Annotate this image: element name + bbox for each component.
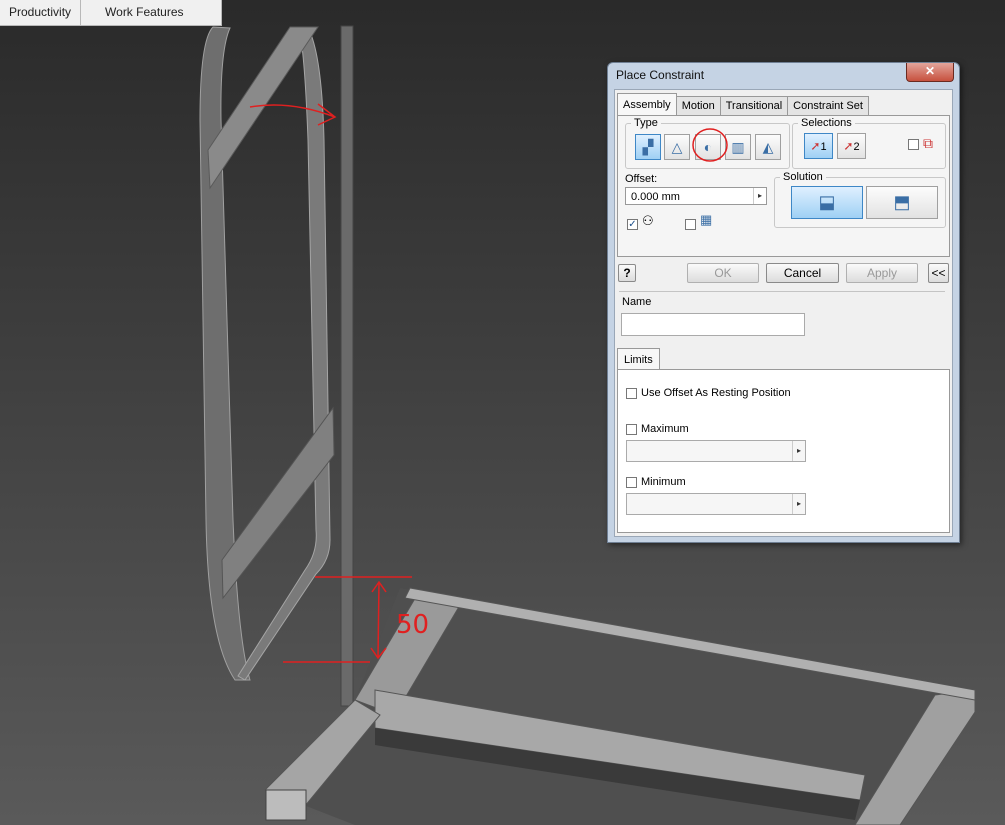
ribbon-tabs: Productivity Work Features — [0, 0, 223, 26]
offset-label: Offset: — [625, 173, 658, 185]
red-circle-annotation — [692, 128, 728, 162]
minimum-label: Minimum — [641, 476, 686, 488]
limits-panel: Use Offset As Resting Position Maximum ▸… — [617, 369, 950, 533]
predict-offset-icon: ▦ — [700, 212, 713, 227]
use-offset-label: Use Offset As Resting Position — [641, 387, 791, 399]
glasses-icon: ⚇ — [642, 213, 654, 228]
tab-motion[interactable]: Motion — [675, 96, 721, 115]
base-end-cap — [265, 789, 307, 821]
place-constraint-dialog: Place Constraint ✕ Assembly Motion Trans… — [607, 62, 960, 543]
assembly-panel: Type ▞ △ ◐ ▥ ◭ Selections ➚1 ➚2 ⧉ Offset… — [617, 115, 950, 257]
name-label: Name — [622, 296, 652, 308]
maximum-label: Maximum — [641, 423, 689, 435]
ribbon-tab-productivity[interactable]: Productivity — [0, 0, 82, 26]
flush-solution-button[interactable]: ⬒ — [866, 186, 938, 219]
cursor-icon: ➚ — [843, 139, 854, 153]
pick-part-icon: ⧉ — [923, 135, 933, 151]
show-preview-checkbox[interactable]: ✓ — [627, 219, 638, 230]
collapse-button[interactable]: << — [928, 263, 949, 283]
mate-icon: ▞ — [642, 139, 654, 155]
tab-constraint-set[interactable]: Constraint Set — [787, 96, 869, 115]
selection-1-label: 1 — [820, 141, 827, 153]
use-offset-checkbox[interactable] — [626, 388, 637, 399]
insert-icon: ▥ — [731, 139, 745, 155]
separator — [619, 291, 945, 292]
predict-offset-checkbox[interactable] — [685, 219, 696, 230]
type-group-label: Type — [634, 117, 658, 129]
dialog-body: Assembly Motion Transitional Constraint … — [614, 89, 953, 537]
selection-2-label: 2 — [853, 141, 860, 153]
tab-limits[interactable]: Limits — [617, 348, 660, 371]
selections-group-label: Selections — [801, 117, 852, 129]
symmetry-type-button[interactable]: ◭ — [755, 134, 781, 160]
selection-2-button[interactable]: ➚2 — [837, 133, 866, 159]
offset-input[interactable]: 0.000 mm ▸ — [625, 187, 767, 205]
name-input[interactable] — [621, 313, 805, 336]
close-button[interactable]: ✕ — [906, 63, 954, 82]
offset-value: 0.000 mm — [631, 191, 680, 203]
cancel-button[interactable]: Cancel — [766, 263, 839, 283]
angle-type-button[interactable]: △ — [664, 134, 690, 160]
mate-type-button[interactable]: ▞ — [635, 134, 661, 160]
minimum-input[interactable]: ▸ — [626, 493, 806, 515]
red-annotations — [249, 103, 412, 663]
ok-button[interactable]: OK — [687, 263, 759, 283]
apply-button[interactable]: Apply — [846, 263, 918, 283]
maximum-arrow-icon[interactable]: ▸ — [792, 441, 805, 461]
dimension-value: 50 — [396, 610, 429, 640]
angle-icon: △ — [671, 139, 683, 155]
tab-assembly[interactable]: Assembly — [617, 93, 677, 115]
vertical-post — [340, 25, 354, 707]
pick-part-first-checkbox[interactable] — [908, 139, 919, 150]
mate-solution-button[interactable]: ⬓ — [791, 186, 863, 219]
mate-solution-icon: ⬓ — [818, 192, 836, 212]
dialog-tabs: Assembly Motion Transitional Constraint … — [617, 93, 869, 115]
ribbon-tab-work-features[interactable]: Work Features — [81, 0, 223, 26]
minimum-arrow-icon[interactable]: ▸ — [792, 494, 805, 514]
cursor-icon: ➚ — [810, 139, 821, 153]
minimum-checkbox[interactable] — [626, 477, 637, 488]
offset-arrow-icon[interactable]: ▸ — [753, 188, 766, 204]
tab-transitional[interactable]: Transitional — [719, 96, 789, 115]
inner-tube — [237, 31, 331, 681]
symmetry-icon: ◭ — [762, 139, 774, 155]
help-button[interactable]: ? — [618, 264, 636, 282]
flush-solution-icon: ⬒ — [893, 192, 911, 212]
dialog-title: Place Constraint — [616, 68, 705, 82]
selection-1-button[interactable]: ➚1 — [804, 133, 833, 159]
solution-group-label: Solution — [783, 171, 823, 183]
maximum-input[interactable]: ▸ — [626, 440, 806, 462]
maximum-checkbox[interactable] — [626, 424, 637, 435]
